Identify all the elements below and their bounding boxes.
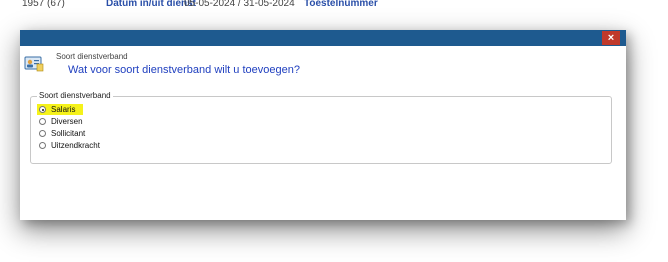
option-uitzendkracht[interactable]: Uitzendkracht [37,140,100,151]
option-label-sollicitant: Sollicitant [51,129,86,138]
radio-diversen[interactable] [39,118,46,125]
option-label-diversen: Diversen [51,117,83,126]
employment-dates: 05-05-2024 / 31-05-2024 [184,0,295,9]
option-salaris[interactable]: Salaris [37,104,84,115]
radio-uitzendkracht[interactable] [39,142,46,149]
radio-salaris[interactable] [39,106,46,113]
employee-card-icon [24,56,44,72]
groupbox-legend: Soort dienstverband [37,91,113,100]
option-highlight: Salaris [37,104,84,115]
dialog-subtitle: Soort dienstverband [56,52,128,61]
option-diversen[interactable]: Diversen [37,116,83,127]
option-sollicitant[interactable]: Sollicitant [37,128,85,139]
option-label-salaris: Salaris [51,105,76,114]
dienstverband-dialog: × Soort dienstverband Wat voor soort die… [20,30,626,220]
dialog-titlebar[interactable]: × [20,30,626,46]
background-info-strip: 1957 (67) Datum in/uit dienst 05-05-2024… [20,0,630,22]
close-button[interactable]: × [602,31,620,45]
employee-number: 1957 (67) [22,0,65,9]
option-label-uitzendkracht: Uitzendkracht [51,141,100,150]
soort-dienstverband-groupbox: Soort dienstverband Salaris Diversen Sol… [30,91,612,164]
label-datum-in-uit-dienst: Datum in/uit dienst [106,0,196,9]
radio-sollicitant[interactable] [39,130,46,137]
dialog-question: Wat voor soort dienstverband wilt u toev… [68,64,300,76]
label-toestelnummer: Toestelnummer [304,0,378,9]
screenshot-stage: 1957 (67) Datum in/uit dienst 05-05-2024… [0,0,668,262]
